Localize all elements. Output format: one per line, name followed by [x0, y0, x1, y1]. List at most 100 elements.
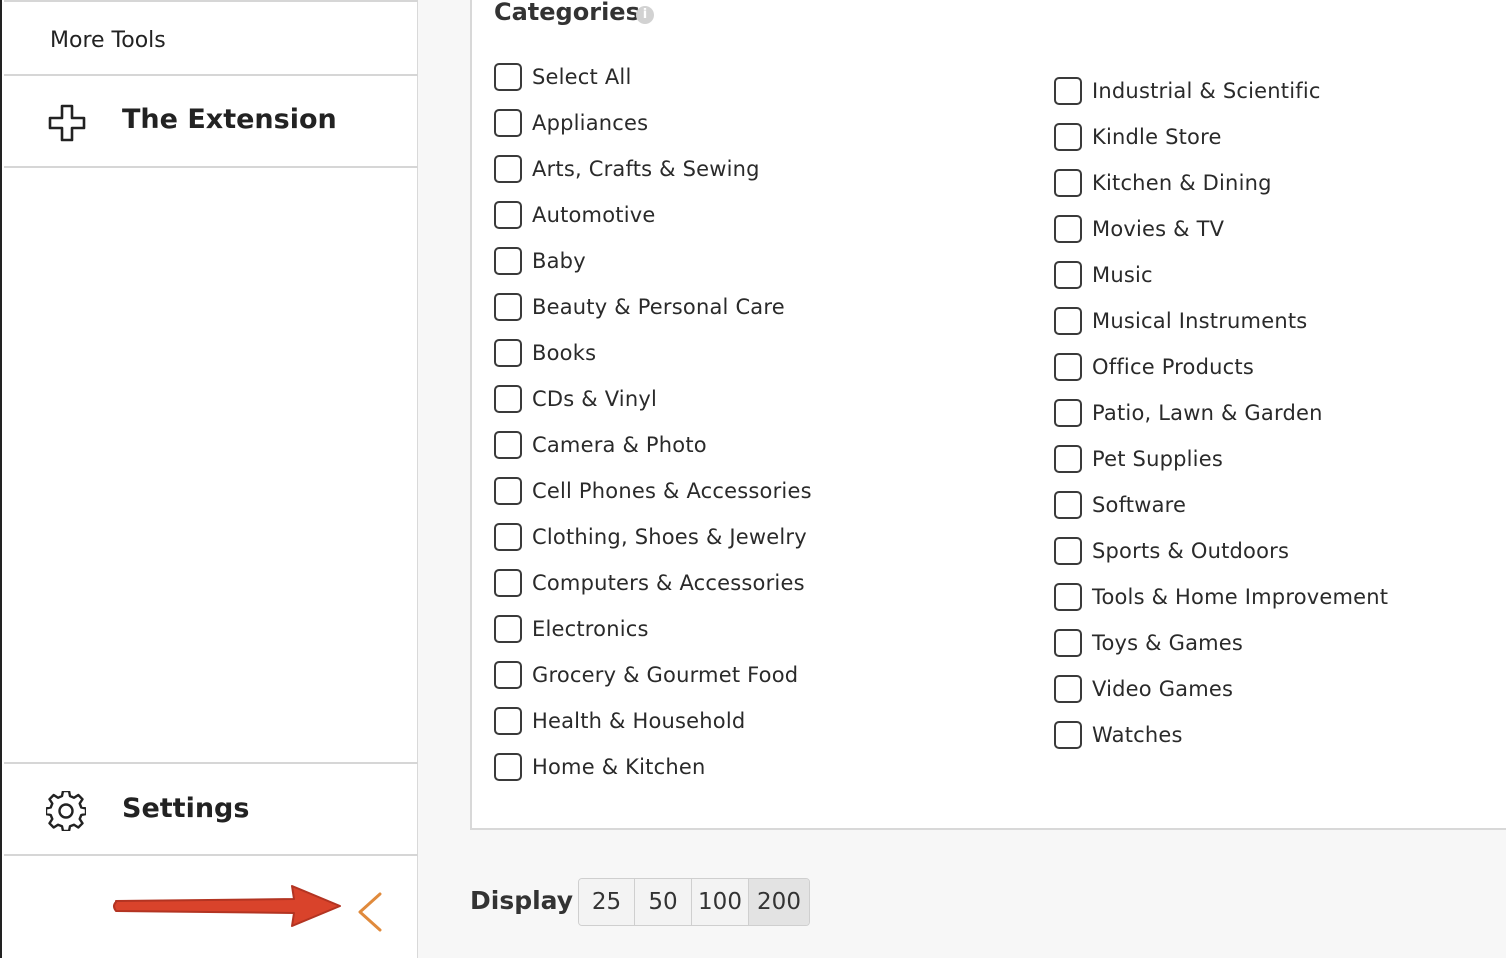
info-icon[interactable]: i [636, 6, 654, 24]
checkbox[interactable] [1054, 583, 1082, 611]
category-checkbox-kindle-store[interactable]: Kindle Store [1054, 114, 1388, 160]
checkbox-label: Electronics [532, 617, 649, 641]
checkbox[interactable] [1054, 169, 1082, 197]
checkbox[interactable] [1054, 537, 1082, 565]
checkbox[interactable] [1054, 261, 1082, 289]
gear-icon [46, 791, 86, 831]
checkbox[interactable] [494, 201, 522, 229]
checkbox[interactable] [1054, 491, 1082, 519]
sidebar-item-the-extension[interactable]: The Extension [4, 76, 418, 168]
category-checkbox-industrial-and-scientific[interactable]: Industrial & Scientific [1054, 68, 1388, 114]
checkbox-label: Music [1092, 263, 1153, 287]
checkbox[interactable] [1054, 721, 1082, 749]
checkbox[interactable] [494, 293, 522, 321]
category-checkbox-kitchen-and-dining[interactable]: Kitchen & Dining [1054, 160, 1388, 206]
category-checkbox-home-and-kitchen[interactable]: Home & Kitchen [494, 744, 812, 790]
category-checkbox-computers-and-accessories[interactable]: Computers & Accessories [494, 560, 812, 606]
category-checkbox-arts-crafts-and-sewing[interactable]: Arts, Crafts & Sewing [494, 146, 812, 192]
red-arrow-annotation [113, 885, 341, 927]
sidebar-footer [4, 856, 418, 958]
checkbox-label: Computers & Accessories [532, 571, 805, 595]
checkbox[interactable] [494, 569, 522, 597]
display-option-100[interactable]: 100 [692, 879, 749, 925]
checkbox-label: Watches [1092, 723, 1183, 747]
checkbox[interactable] [1054, 445, 1082, 473]
category-checkbox-health-and-household[interactable]: Health & Household [494, 698, 812, 744]
checkbox-label: Automotive [532, 203, 656, 227]
checkbox[interactable] [494, 109, 522, 137]
checkbox[interactable] [494, 615, 522, 643]
checkbox[interactable] [494, 247, 522, 275]
category-checkbox-automotive[interactable]: Automotive [494, 192, 812, 238]
checkbox-label: Beauty & Personal Care [532, 295, 785, 319]
checkbox-label: CDs & Vinyl [532, 387, 658, 411]
category-checkbox-cds-and-vinyl[interactable]: CDs & Vinyl [494, 376, 812, 422]
categories-panel: Categories i Select All Appliances Arts, C… [470, 0, 1506, 830]
settings-label: Settings [122, 793, 250, 824]
checkbox[interactable] [494, 523, 522, 551]
checkbox-label: Musical Instruments [1092, 309, 1308, 333]
sidebar-item-more-tools[interactable]: More Tools [4, 0, 418, 76]
more-tools-label: More Tools [50, 28, 166, 53]
checkbox[interactable] [494, 385, 522, 413]
category-checkbox-select-all[interactable]: Select All [494, 54, 812, 100]
checkbox-label: Pet Supplies [1092, 447, 1223, 471]
category-checkbox-office-products[interactable]: Office Products [1054, 344, 1388, 390]
category-checkbox-sports-and-outdoors[interactable]: Sports & Outdoors [1054, 528, 1388, 574]
checkbox[interactable] [1054, 123, 1082, 151]
category-checkbox-toys-and-games[interactable]: Toys & Games [1054, 620, 1388, 666]
display-option-25[interactable]: 25 [579, 879, 635, 925]
checkbox-label: Kindle Store [1092, 125, 1222, 149]
category-checkbox-tools-and-home-improvement[interactable]: Tools & Home Improvement [1054, 574, 1388, 620]
category-checkbox-patio-lawn-and-garden[interactable]: Patio, Lawn & Garden [1054, 390, 1388, 436]
checkbox[interactable] [1054, 629, 1082, 657]
plus-outline-icon [48, 104, 86, 142]
category-checkbox-baby[interactable]: Baby [494, 238, 812, 284]
category-checkbox-camera-and-photo[interactable]: Camera & Photo [494, 422, 812, 468]
display-option-200[interactable]: 200 [749, 879, 809, 925]
main-content: Categories i Select All Appliances Arts, C… [418, 0, 1506, 958]
display-count-selector: 25 50 100 200 [578, 878, 810, 926]
checkbox[interactable] [494, 753, 522, 781]
category-checkbox-electronics[interactable]: Electronics [494, 606, 812, 652]
checkbox[interactable] [1054, 77, 1082, 105]
display-option-50[interactable]: 50 [635, 879, 692, 925]
display-label: Display [470, 886, 574, 915]
category-checkbox-grocery-and-gourmet-food[interactable]: Grocery & Gourmet Food [494, 652, 812, 698]
checkbox[interactable] [1054, 675, 1082, 703]
checkbox[interactable] [494, 339, 522, 367]
categories-title: Categories [494, 0, 640, 26]
checkbox-label: Toys & Games [1092, 631, 1244, 655]
category-checkbox-clothing-shoes-and-jewelry[interactable]: Clothing, Shoes & Jewelry [494, 514, 812, 560]
category-checkbox-movies-and-tv[interactable]: Movies & TV [1054, 206, 1388, 252]
checkbox[interactable] [494, 477, 522, 505]
checkbox[interactable] [494, 63, 522, 91]
category-checkbox-pet-supplies[interactable]: Pet Supplies [1054, 436, 1388, 482]
checkbox[interactable] [1054, 307, 1082, 335]
checkbox-label: Appliances [532, 111, 649, 135]
checkbox-label: Video Games [1092, 677, 1234, 701]
chevron-left-icon[interactable] [352, 890, 388, 934]
checkbox-label: Tools & Home Improvement [1092, 585, 1389, 609]
category-checkbox-cell-phones-and-accessories[interactable]: Cell Phones & Accessories [494, 468, 812, 514]
checkbox[interactable] [1054, 399, 1082, 427]
checkbox-label: Software [1092, 493, 1187, 517]
sidebar-item-settings[interactable]: Settings [4, 762, 418, 856]
checkbox[interactable] [494, 155, 522, 183]
checkbox[interactable] [494, 707, 522, 735]
category-checkbox-musical-instruments[interactable]: Musical Instruments [1054, 298, 1388, 344]
category-checkbox-watches[interactable]: Watches [1054, 712, 1388, 758]
category-checkbox-appliances[interactable]: Appliances [494, 100, 812, 146]
checkbox[interactable] [1054, 353, 1082, 381]
category-checkbox-software[interactable]: Software [1054, 482, 1388, 528]
category-checkbox-video-games[interactable]: Video Games [1054, 666, 1388, 712]
category-checkbox-music[interactable]: Music [1054, 252, 1388, 298]
checkbox[interactable] [1054, 215, 1082, 243]
checkbox-label: Health & Household [532, 709, 746, 733]
checkbox[interactable] [494, 431, 522, 459]
categories-left-column: Select All Appliances Arts, Crafts & Sewin… [494, 54, 812, 790]
category-checkbox-beauty-and-personal-care[interactable]: Beauty & Personal Care [494, 284, 812, 330]
checkbox-label: Office Products [1092, 355, 1254, 379]
checkbox[interactable] [494, 661, 522, 689]
category-checkbox-books[interactable]: Books [494, 330, 812, 376]
